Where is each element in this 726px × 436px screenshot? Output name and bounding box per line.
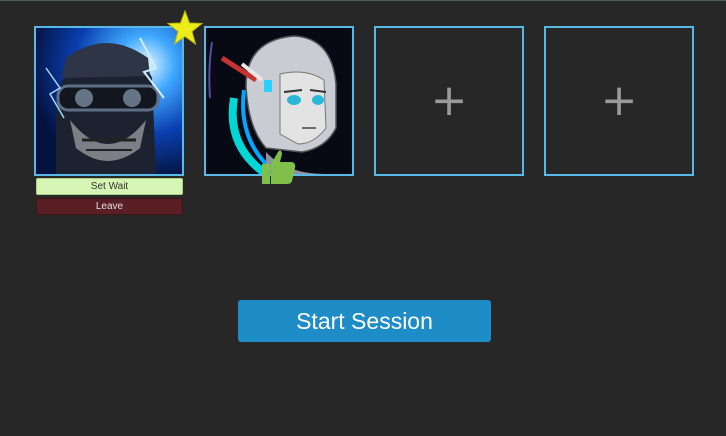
start-session-button[interactable]: Start Session bbox=[238, 300, 491, 342]
soldier-portrait bbox=[36, 28, 182, 174]
set-wait-button[interactable]: Set Wait bbox=[36, 178, 183, 195]
thumbs-up-icon bbox=[258, 148, 298, 186]
host-star-icon bbox=[166, 9, 204, 46]
empty-slot-4[interactable]: + bbox=[544, 26, 694, 176]
leave-button[interactable]: Leave bbox=[36, 198, 183, 215]
add-player-icon[interactable]: + bbox=[546, 28, 692, 174]
add-player-icon[interactable]: + bbox=[376, 28, 522, 174]
empty-slot-3[interactable]: + bbox=[374, 26, 524, 176]
top-divider bbox=[0, 0, 726, 1]
player-slot-1[interactable] bbox=[34, 26, 184, 176]
